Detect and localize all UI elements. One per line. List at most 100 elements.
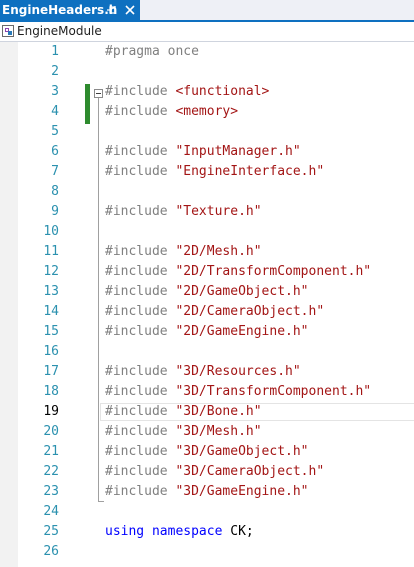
code-line[interactable]: 10 xyxy=(0,222,414,242)
line-number: 20 xyxy=(43,424,59,439)
project-dropdown[interactable]: EngineModule xyxy=(17,23,102,39)
code-line[interactable]: 14 #include "2D/CameraObject.h" xyxy=(0,302,414,322)
line-number: 17 xyxy=(43,364,59,379)
line-number: 5 xyxy=(51,124,59,139)
code-line[interactable]: 21 #include "3D/GameObject.h" xyxy=(0,442,414,462)
line-number: 16 xyxy=(43,344,59,359)
code-token: "3D/GameObject.h" xyxy=(175,444,309,459)
code-token: "2D/GameObject.h" xyxy=(175,284,309,299)
code-line[interactable]: 15 #include "2D/GameEngine.h" xyxy=(0,322,414,342)
code-text: #include "3D/TransformComponent.h" xyxy=(105,382,371,402)
code-line[interactable]: 17 #include "3D/Resources.h" xyxy=(0,362,414,382)
code-text: #include "3D/Resources.h" xyxy=(105,362,301,382)
code-line[interactable]: 16 xyxy=(0,342,414,362)
code-text: #include "2D/GameObject.h" xyxy=(105,282,309,302)
pin-icon[interactable] xyxy=(106,2,118,18)
code-line[interactable]: 4 #include <memory> xyxy=(0,102,414,122)
line-number: 22 xyxy=(43,464,59,479)
code-token: namespace xyxy=(151,524,223,539)
code-token: #include xyxy=(105,164,176,179)
navigation-bar: EngineModule xyxy=(0,22,414,42)
code-line[interactable]: 8 xyxy=(0,182,414,202)
line-number: 2 xyxy=(51,64,59,79)
line-number: 6 xyxy=(51,144,59,159)
code-token: #include xyxy=(105,464,176,479)
code-token: "3D/TransformComponent.h" xyxy=(175,384,372,399)
line-number: 15 xyxy=(43,324,59,339)
line-number: 12 xyxy=(43,264,59,279)
line-number: 13 xyxy=(43,284,59,299)
code-line[interactable]: 13 #include "2D/GameObject.h" xyxy=(0,282,414,302)
line-number: 3 xyxy=(51,84,59,99)
code-line[interactable]: 20 #include "3D/Mesh.h" xyxy=(0,422,414,442)
code-line[interactable]: 6 #include "InputManager.h" xyxy=(0,142,414,162)
code-text: #include "EngineInterface.h" xyxy=(105,162,324,182)
code-token: "2D/Mesh.h" xyxy=(175,244,262,259)
collapse-region-button[interactable] xyxy=(94,89,103,98)
code-text: #include "Texture.h" xyxy=(105,202,262,222)
code-text: #include "3D/GameObject.h" xyxy=(105,442,309,462)
line-number: 9 xyxy=(51,204,59,219)
code-text: using namespace CK; xyxy=(105,522,254,542)
code-token: "3D/GameEngine.h" xyxy=(175,484,309,499)
line-number: 21 xyxy=(43,444,59,459)
code-line[interactable]: 9 #include "Texture.h" xyxy=(0,202,414,222)
tab-engineheaders[interactable]: EngineHeaders.h xyxy=(0,0,140,20)
document-tab-strip: EngineHeaders.h xyxy=(0,0,414,22)
change-tracking-bar xyxy=(85,84,90,124)
code-token: "EngineInterface.h" xyxy=(175,164,325,179)
code-line[interactable]: 22 #include "3D/CameraObject.h" xyxy=(0,462,414,482)
outlining-guide-end xyxy=(98,501,104,502)
code-token: #include xyxy=(105,324,176,339)
code-line[interactable]: 7 #include "EngineInterface.h" xyxy=(0,162,414,182)
line-number: 25 xyxy=(43,524,59,539)
code-text: #include "3D/Mesh.h" xyxy=(105,422,262,442)
code-text: #include "2D/CameraObject.h" xyxy=(105,302,324,322)
line-number: 24 xyxy=(43,504,59,519)
code-token: #include xyxy=(105,364,176,379)
code-line[interactable]: 12 #include "2D/TransformComponent.h" xyxy=(0,262,414,282)
code-text: #include "2D/TransformComponent.h" xyxy=(105,262,371,282)
code-token: "3D/CameraObject.h" xyxy=(175,464,325,479)
code-token: "2D/TransformComponent.h" xyxy=(175,264,372,279)
code-token: #include xyxy=(105,304,176,319)
code-line[interactable]: 5 xyxy=(0,122,414,142)
code-line[interactable]: 18 #include "3D/TransformComponent.h" xyxy=(0,382,414,402)
code-line[interactable]: 26 xyxy=(0,542,414,562)
line-number: 26 xyxy=(43,544,59,559)
line-number: 4 xyxy=(51,104,59,119)
line-number: 14 xyxy=(43,304,59,319)
code-editor[interactable]: 1 #pragma once 2 3 #include <functional> 4 #in… xyxy=(0,42,414,567)
code-token: "2D/CameraObject.h" xyxy=(175,304,325,319)
code-token: "Texture.h" xyxy=(175,204,262,219)
code-text: #include "InputManager.h" xyxy=(105,142,301,162)
code-token: <functional> xyxy=(175,84,270,99)
code-text: #include <memory> xyxy=(105,102,238,122)
line-number: 10 xyxy=(43,224,59,239)
code-line[interactable]: 11 #include "2D/Mesh.h" xyxy=(0,242,414,262)
code-token: #include xyxy=(105,204,176,219)
code-token: "InputManager.h" xyxy=(175,144,301,159)
line-number: 23 xyxy=(43,484,59,499)
tab-title: EngineHeaders.h xyxy=(2,3,118,17)
line-number: 8 xyxy=(51,184,59,199)
code-line[interactable]: 3 #include <functional> xyxy=(0,82,414,102)
code-token: "2D/GameEngine.h" xyxy=(175,324,309,339)
code-line[interactable]: 1 #pragma once xyxy=(0,42,414,62)
code-token: CK; xyxy=(222,524,254,539)
code-line[interactable]: 24 xyxy=(0,502,414,522)
code-text: #include <functional> xyxy=(105,82,269,102)
code-token: #include xyxy=(105,104,176,119)
module-icon xyxy=(2,25,14,37)
code-line[interactable]: 2 xyxy=(0,62,414,82)
code-token: #include xyxy=(105,424,176,439)
current-line-highlight xyxy=(100,403,414,421)
code-token: using xyxy=(105,524,145,539)
code-line[interactable]: 25 using namespace CK; xyxy=(0,522,414,542)
code-line[interactable]: 23 #include "3D/GameEngine.h" xyxy=(0,482,414,502)
close-icon[interactable] xyxy=(123,2,137,18)
code-text: #include "3D/CameraObject.h" xyxy=(105,462,324,482)
code-token: #include xyxy=(105,244,176,259)
code-token: "3D/Mesh.h" xyxy=(175,424,262,439)
